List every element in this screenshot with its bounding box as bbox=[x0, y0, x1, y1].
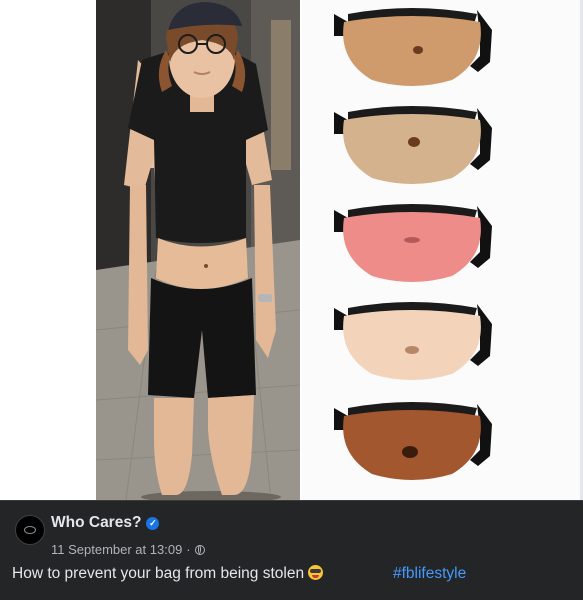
caption-text: How to prevent your bag from being stole… bbox=[12, 565, 305, 582]
post-caption: How to prevent your bag from being stole… bbox=[12, 565, 324, 583]
verified-check-icon: ✓ bbox=[146, 516, 160, 530]
hashtag-link[interactable]: #fblifestyle bbox=[393, 565, 466, 583]
avatar[interactable] bbox=[15, 515, 45, 545]
meta-separator: · bbox=[186, 542, 191, 557]
post-media[interactable] bbox=[0, 0, 583, 500]
globe-icon[interactable] bbox=[194, 544, 205, 555]
laughing-face-emoji-icon bbox=[308, 565, 324, 580]
author-name[interactable]: Who Cares? bbox=[51, 514, 141, 532]
fanny-packs-photo[interactable] bbox=[302, 0, 583, 500]
fanny-pack-3 bbox=[334, 204, 492, 282]
fanny-packs-illustration bbox=[334, 8, 492, 480]
person-photo[interactable] bbox=[96, 0, 300, 500]
fanny-pack-2 bbox=[334, 106, 492, 184]
author-row: Who Cares? ✓ bbox=[51, 514, 160, 532]
fanny-pack-1 bbox=[334, 8, 492, 86]
timestamp[interactable]: 11 September at 13:09 bbox=[51, 542, 182, 557]
person-illustration bbox=[96, 0, 300, 500]
post-footer: Who Cares? ✓ 11 September at 13:09 · How… bbox=[0, 500, 583, 600]
avatar-logo-icon bbox=[24, 526, 36, 534]
post-meta: 11 September at 13:09 · bbox=[51, 542, 205, 557]
fanny-pack-5 bbox=[334, 402, 492, 480]
fanny-pack-4 bbox=[334, 302, 492, 380]
